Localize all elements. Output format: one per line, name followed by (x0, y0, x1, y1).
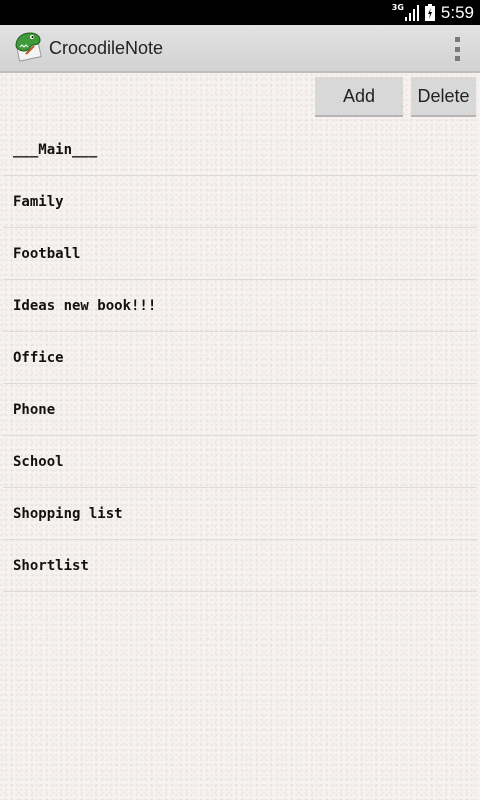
list-item[interactable]: Office (3, 332, 477, 384)
list-item[interactable]: Shopping list (3, 488, 477, 540)
action-bar: CrocodileNote (0, 25, 480, 73)
signal-icon (404, 4, 419, 21)
overflow-menu-icon[interactable] (452, 37, 462, 61)
list-item[interactable]: Football (3, 228, 477, 280)
list-item[interactable]: ___Main___ (3, 124, 477, 176)
list-item[interactable]: Phone (3, 384, 477, 436)
overflow-menu-dot (454, 56, 460, 61)
status-bar: 3G 5:59 (0, 0, 480, 25)
crocodile-logo-icon[interactable] (0, 30, 44, 67)
list-item[interactable]: Ideas new book!!! (3, 280, 477, 332)
list-item[interactable]: Family (3, 176, 477, 228)
app-title: CrocodileNote (49, 37, 164, 58)
overflow-menu-dot (454, 46, 460, 52)
notes-content: Add Delete ___Main___ Family Football Id… (0, 73, 480, 800)
overflow-menu-dot (454, 37, 460, 42)
list-item[interactable]: School (3, 436, 477, 488)
notebook-list: ___Main___ Family Football Ideas new boo… (3, 124, 477, 592)
delete-button[interactable]: Delete (411, 77, 476, 117)
status-clock: 5:59 (440, 2, 474, 22)
add-button[interactable]: Add (315, 77, 403, 117)
battery-icon (424, 4, 435, 21)
list-item[interactable]: Shortlist (3, 540, 477, 592)
network-type-label: 3G (391, 3, 404, 12)
